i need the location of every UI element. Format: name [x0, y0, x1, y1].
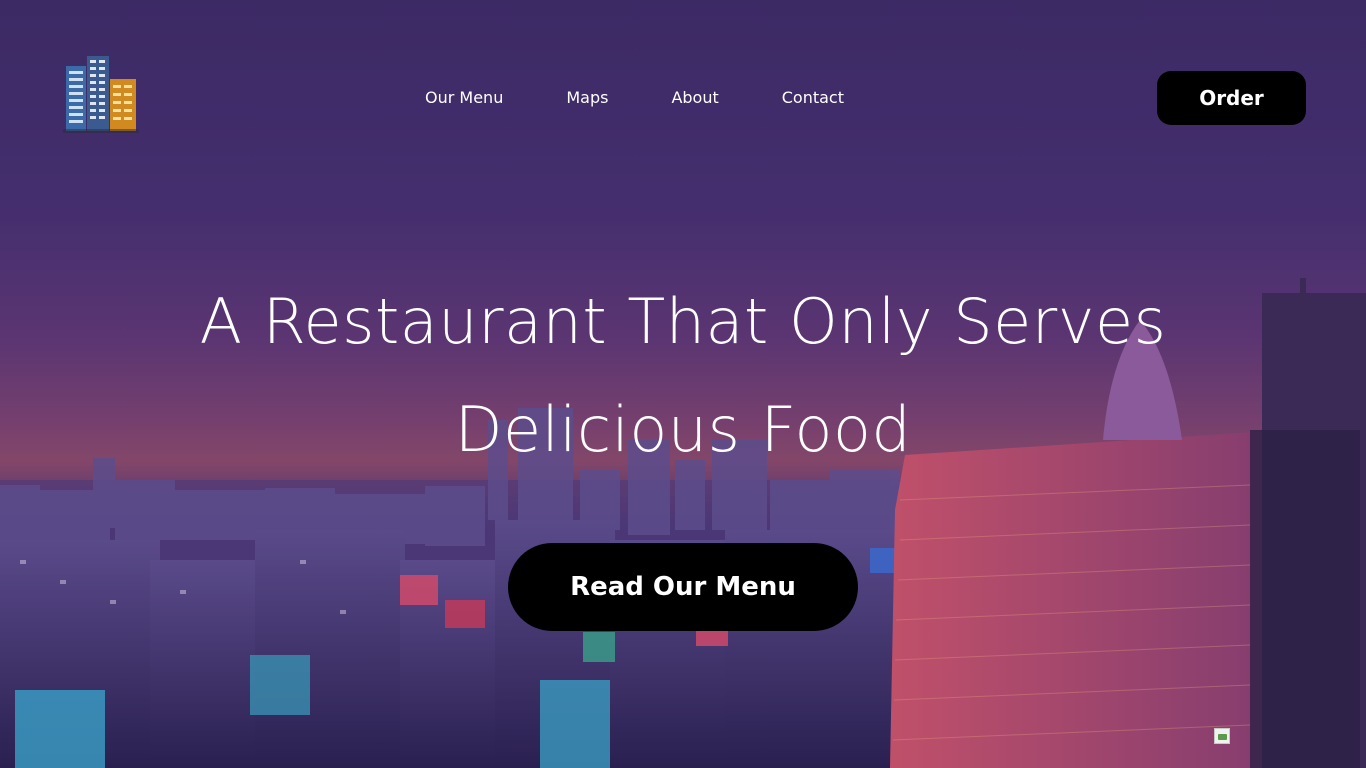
city-buildings-logo-icon[interactable] [63, 53, 139, 133]
broken-image-icon [1214, 728, 1230, 744]
headline-line-2: Delicious Food [454, 393, 912, 466]
headline-line-1: A Restaurant That Only Serves [199, 285, 1167, 358]
order-button[interactable]: Order [1157, 71, 1306, 125]
nav-link-maps[interactable]: Maps [566, 86, 608, 110]
read-our-menu-button[interactable]: Read Our Menu [508, 543, 858, 631]
nav-links: Our Menu Maps About Contact [425, 86, 844, 110]
nav-link-our-menu[interactable]: Our Menu [425, 86, 503, 110]
nav-link-about[interactable]: About [671, 86, 718, 110]
hero-headline: A Restaurant That Only Serves Delicious … [100, 268, 1266, 484]
nav-link-contact[interactable]: Contact [782, 86, 844, 110]
navbar: Our Menu Maps About Contact Order [0, 0, 1366, 200]
